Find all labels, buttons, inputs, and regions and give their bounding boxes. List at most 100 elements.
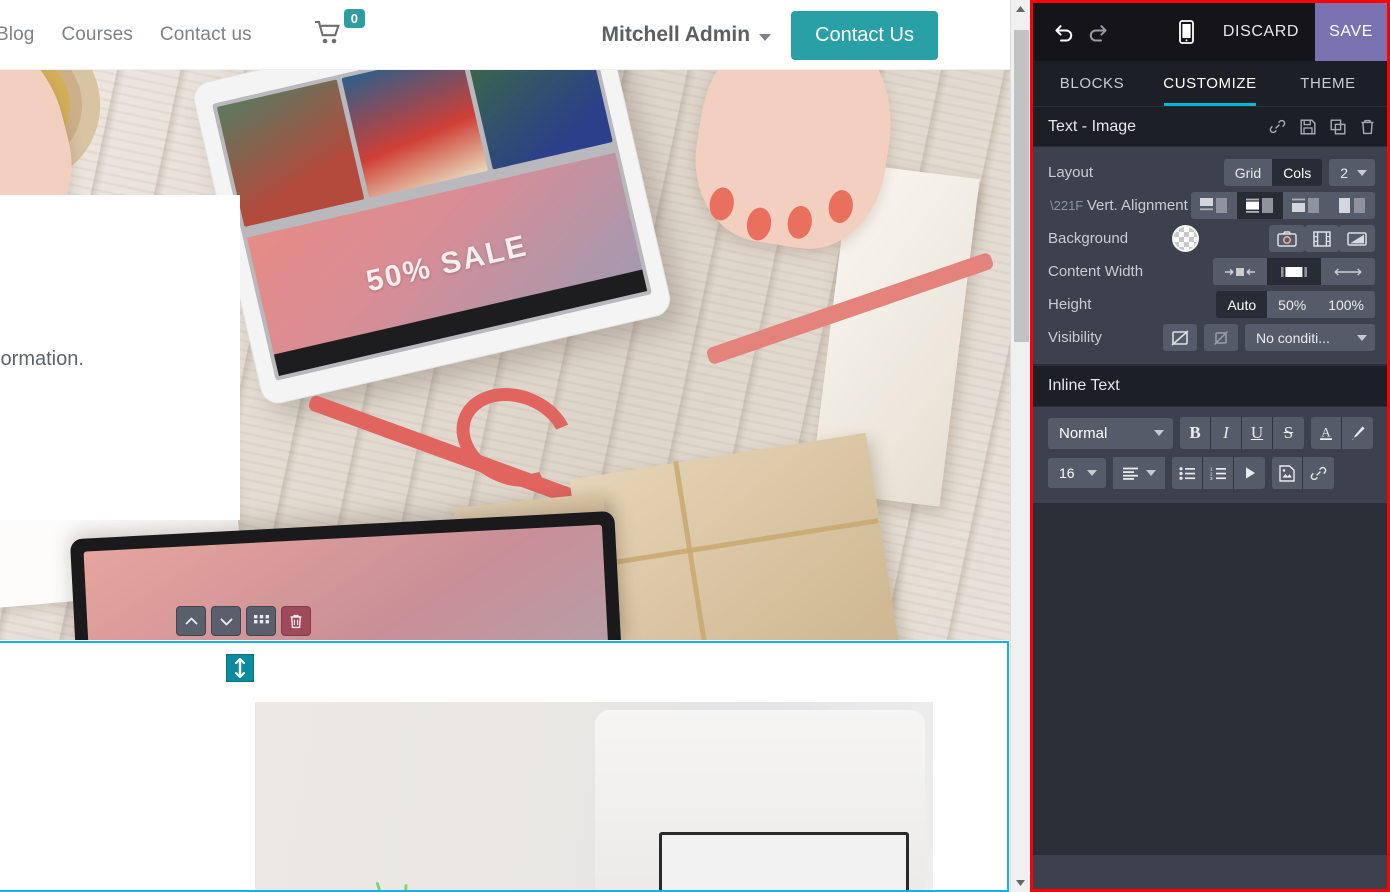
hero-section[interactable]: 50% SALE Thank You [0,70,1010,640]
move-down-button[interactable] [211,606,241,636]
rich-text-toolbar: Normal B I U S A 16 1 2 3 [1033,407,1387,503]
snippet-options: Layout Grid Cols 2 Vert. Alignment [1033,147,1387,364]
height-100-button[interactable]: 100% [1317,291,1375,318]
lower-section-image[interactable] [255,702,933,892]
link-icon[interactable] [1269,118,1286,135]
font-color-icon[interactable]: A [1311,417,1342,449]
font-size-select[interactable]: 16 [1048,458,1106,488]
nav-right: Mitchell Admin Contact Us [602,0,938,70]
move-up-button[interactable] [176,606,206,636]
nav-link-contact-us[interactable]: Contact us [160,24,252,46]
scroll-down-arrow-icon[interactable] [1011,874,1030,892]
undo-button[interactable] [1047,15,1081,49]
redo-button[interactable] [1081,15,1115,49]
block-toolbar [176,606,311,636]
contact-us-button[interactable]: Contact Us [791,10,938,60]
content-width-group [1213,258,1375,285]
tab-blocks[interactable]: BLOCKS [1033,61,1151,106]
canvas-scrollbar[interactable] [1010,0,1030,892]
layout-label: Layout [1048,164,1094,181]
snippet-title: Text - Image [1048,117,1137,135]
strikethrough-button[interactable]: S [1273,417,1304,449]
content-width-full-button[interactable] [1321,258,1375,285]
height-label: Height [1048,296,1092,313]
background-video-icon[interactable] [1305,225,1339,252]
background-image-icon[interactable] [1269,225,1305,252]
user-menu[interactable]: Mitchell Admin [602,23,772,47]
italic-button[interactable]: I [1211,417,1242,449]
align-bottom-button[interactable] [1283,192,1329,219]
text-align-select[interactable] [1113,457,1165,489]
vertical-resize-handle[interactable] [226,654,254,682]
background-gradient-icon[interactable] [1339,225,1375,252]
svg-text:3: 3 [1210,476,1213,480]
bullet-list-icon[interactable] [1172,457,1203,489]
chevron-down-icon [1154,430,1164,436]
hero-text-card[interactable]: asily. yle component for ormation. [0,195,240,520]
insert-group [1272,457,1334,489]
plant-prop [375,876,465,892]
website-canvas: Blog Courses Contact us 0 Mitchell Admin [0,0,1010,892]
scrollbar-thumb[interactable] [1014,30,1029,342]
vert-alignment-label: Vert. Alignment [1048,197,1191,214]
bold-button[interactable]: B [1180,417,1211,449]
align-middle-button[interactable] [1237,192,1283,219]
visibility-show-icon[interactable] [1163,324,1197,351]
chevron-down-icon [1357,334,1367,341]
nav-link-courses[interactable]: Courses [61,24,132,46]
content-width-label: Content Width [1048,263,1144,280]
hero-paragraph: yle component for ormation. [0,347,84,370]
chevron-down-icon [1146,470,1156,476]
layout-grid-button[interactable]: Grid [1223,159,1273,186]
text-style-value: Normal [1059,424,1108,442]
option-row-height: Height Auto 50% 100% [1033,288,1387,321]
background-color-swatch[interactable] [1172,225,1199,252]
mobile-preview-button[interactable] [1167,3,1207,61]
save-button[interactable]: SAVE [1315,3,1387,61]
text-style-select[interactable]: Normal [1048,417,1173,449]
discard-button[interactable]: DISCARD [1207,23,1315,41]
visibility-hide-icon[interactable] [1204,324,1238,351]
content-width-normal-button[interactable] [1267,258,1321,285]
svg-text:A: A [1321,425,1331,440]
media-play-icon[interactable] [1234,457,1265,489]
chevron-down-icon [1357,169,1367,176]
text-image-block[interactable]: ct or services. To be readers. [0,640,1010,892]
height-auto-button[interactable]: Auto [1216,291,1268,318]
content-width-narrow-button[interactable] [1213,258,1267,285]
visibility-label: Visibility [1048,329,1102,346]
nav-link-blog[interactable]: Blog [0,24,34,46]
cart-icon [314,19,342,50]
editor-topbar: DISCARD SAVE [1033,3,1387,61]
underline-button[interactable]: U [1242,417,1273,449]
drag-handle-button[interactable] [246,606,276,636]
background-label: Background [1048,230,1129,247]
delete-block-button[interactable] [281,606,311,636]
highlight-icon[interactable] [1342,417,1373,449]
visibility-condition-value: No conditi... [1256,329,1330,346]
tab-theme[interactable]: THEME [1269,61,1387,106]
trash-icon[interactable] [1360,119,1375,135]
save-icon[interactable] [1300,119,1316,135]
scroll-up-arrow-icon[interactable] [1011,0,1030,18]
vert-alignment-group [1191,192,1375,219]
align-top-button[interactable] [1191,192,1237,219]
tab-customize[interactable]: CUSTOMIZE [1151,61,1269,106]
text-color-group: A [1311,417,1373,449]
layout-cols-button[interactable]: Cols [1272,159,1323,186]
option-row-layout: Layout Grid Cols 2 [1033,156,1387,189]
height-group: Auto 50% 100% [1216,291,1375,318]
insert-image-icon[interactable] [1272,457,1303,489]
option-row-background: Background [1033,222,1387,255]
insert-link-icon[interactable] [1303,457,1334,489]
hero-heading: asily. [0,253,202,320]
height-50-button[interactable]: 50% [1267,291,1318,318]
cart-button[interactable]: 0 [314,9,365,50]
chevron-down-icon [1087,470,1097,476]
text-format-group: B I U S [1180,417,1304,449]
layout-column-count-select[interactable]: 2 [1329,159,1375,186]
visibility-condition-select[interactable]: No conditi... [1245,324,1375,351]
numbered-list-icon[interactable]: 1 2 3 [1203,457,1234,489]
align-stretch-button[interactable] [1329,192,1375,219]
duplicate-icon[interactable] [1330,119,1346,135]
